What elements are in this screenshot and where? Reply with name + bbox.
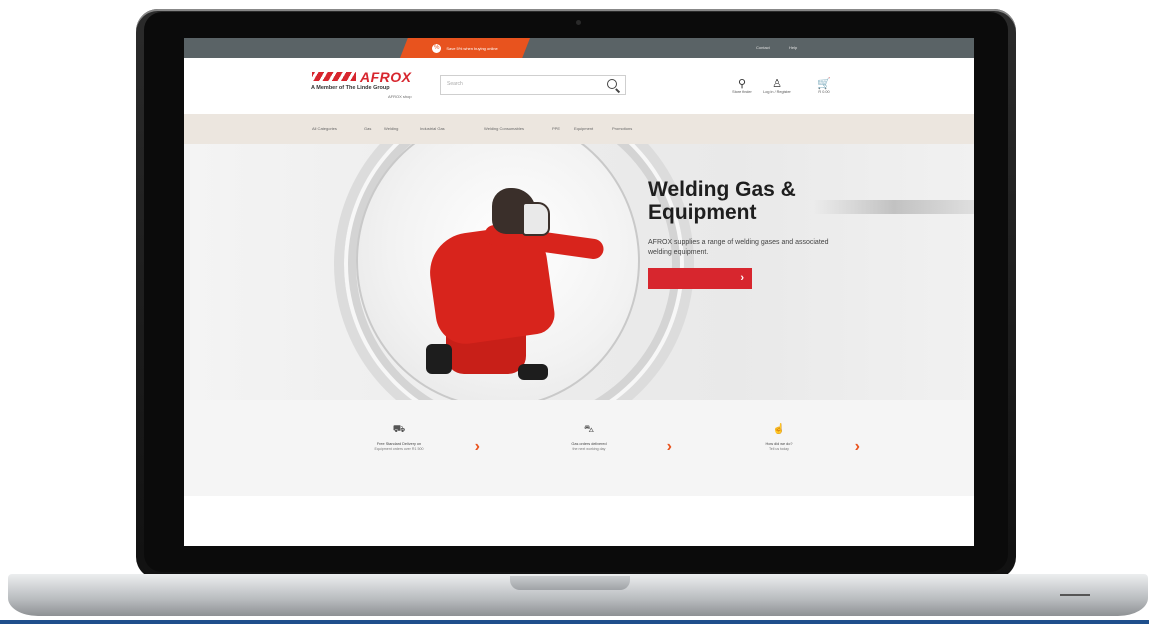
chevron-right-icon[interactable]: › (475, 438, 480, 456)
feature-title: Gas orders delivered (571, 442, 607, 446)
promo-text: Save 5% when buying online (446, 45, 498, 51)
feature-feedback[interactable]: ☝ How did we do? Tell us today › (704, 424, 860, 455)
weld-seam-image (814, 200, 974, 214)
main-nav: All Categories Gas Welding Industrial Ga… (184, 114, 974, 144)
promo-banner[interactable]: % Save 5% when buying online (400, 38, 530, 58)
floor-line (0, 620, 1149, 624)
nav-item-promotions[interactable]: Promotions (612, 126, 632, 131)
feature-sub: the next working day (572, 447, 606, 451)
feature-sub: Equipment orders over R1 500 (374, 447, 424, 451)
login-button[interactable]: ♙ Log in / Register (762, 78, 792, 94)
logo-sub: AFROX shop (388, 94, 412, 99)
login-label: Log in / Register (763, 90, 791, 94)
nav-item-welding[interactable]: Welding (384, 126, 398, 131)
top-link-contact[interactable]: Contact (756, 45, 770, 50)
chevron-right-icon[interactable]: › (855, 438, 860, 456)
top-link-help[interactable]: Help (789, 45, 797, 50)
truck-icon: ⛟ (392, 424, 406, 435)
site-header: AFROX A Member of The Linde Group AFROX … (184, 58, 974, 114)
chevron-right-icon: › (740, 272, 744, 284)
cart-button[interactable]: 🛒 R 0.00 (814, 78, 834, 94)
percent-icon: % (432, 43, 442, 53)
hero-description: AFROX supplies a range of welding gases … (648, 239, 829, 256)
afrox-logo-icon[interactable] (312, 72, 356, 81)
top-bar: % Save 5% when buying online Contact Hel… (184, 38, 974, 58)
feature-sub: Tell us today (769, 447, 789, 451)
feature-title: Free Standard Delivery on (376, 442, 422, 446)
hero-banner: Welding Gas & Equipment AFROX supplies a… (184, 144, 974, 400)
feature-title: How did we do? (765, 442, 793, 446)
nav-item-ppe[interactable]: PPE (552, 126, 560, 131)
search-icon[interactable] (607, 79, 617, 89)
search-input[interactable]: Search (440, 75, 626, 95)
cart-total: R 0.00 (818, 90, 830, 94)
store-finder-button[interactable]: ⚲ Store finder (730, 78, 754, 94)
logo-name[interactable]: AFROX (360, 69, 412, 85)
laptop-screen: % Save 5% when buying online Contact Hel… (184, 38, 974, 546)
features-strip: ⛟ Free Standard Delivery on Equipment or… (184, 400, 974, 496)
logo-tagline: A Member of The Linde Group (311, 85, 390, 91)
store-finder-label: Store finder (732, 90, 752, 94)
hero-title: Welding Gas & Equipment (648, 178, 796, 224)
nav-item-industrial-gas[interactable]: Industrial Gas (420, 126, 445, 131)
van-icon: ⛍ (583, 424, 595, 435)
cart-icon: 🛒 (817, 78, 831, 90)
nav-item-all-categories[interactable]: All Categories (312, 126, 337, 131)
touch-icon: ☝ (772, 424, 786, 435)
nav-item-gas[interactable]: Gas (364, 126, 371, 131)
camera-icon (576, 20, 581, 25)
user-icon: ♙ (772, 78, 782, 90)
page-content-area (184, 496, 974, 546)
nav-item-equipment[interactable]: Equipment (574, 126, 593, 131)
laptop-slit (1060, 594, 1090, 596)
feature-gas-delivery[interactable]: ⛍ Gas orders delivered the next working … (514, 424, 672, 455)
location-icon: ⚲ (737, 78, 747, 90)
feature-free-delivery[interactable]: ⛟ Free Standard Delivery on Equipment or… (324, 424, 480, 455)
chevron-right-icon[interactable]: › (667, 438, 672, 456)
search-placeholder: Search (447, 81, 463, 87)
hero-cta-button[interactable]: › (648, 268, 752, 289)
nav-item-welding-consumables[interactable]: Welding Consumables (484, 126, 524, 131)
laptop-notch (510, 576, 630, 590)
